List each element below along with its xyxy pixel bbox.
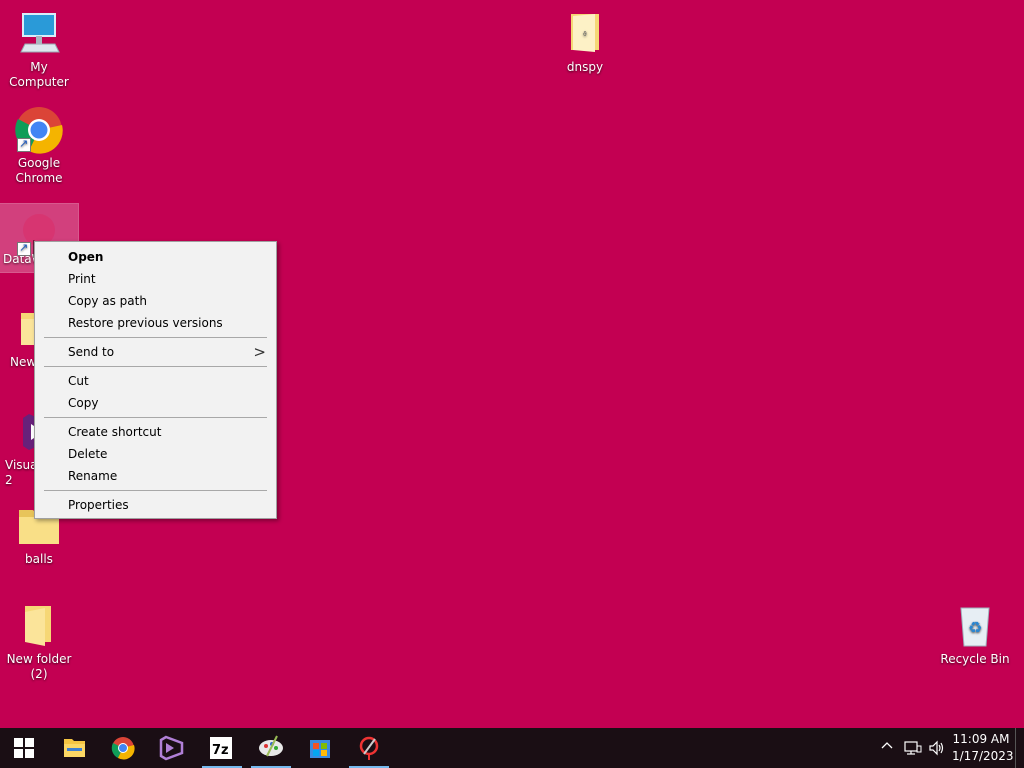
- clock-time: 11:09 AM: [952, 732, 1010, 746]
- icon-label: My Computer: [9, 60, 69, 89]
- menu-item-label: Send to: [68, 345, 115, 359]
- chevron-right-icon: >: [253, 343, 266, 361]
- context-menu: Open Print Copy as path Restore previous…: [34, 241, 277, 519]
- menu-item-rename[interactable]: Rename: [35, 465, 276, 487]
- icon-label: Google Chrome: [15, 156, 63, 185]
- taskbar-file-explorer[interactable]: [50, 728, 98, 768]
- start-button[interactable]: [0, 728, 48, 768]
- icon-label: Recycle Bin: [940, 652, 1010, 666]
- taskbar: 7z 11:09 AM 1/17/2023: [0, 728, 1024, 768]
- svg-text:7z: 7z: [212, 743, 229, 758]
- folder-icon: [15, 602, 63, 650]
- shortcut-arrow-icon: [17, 240, 31, 256]
- taskbar-store[interactable]: [296, 728, 344, 768]
- menu-item-copy-as-path[interactable]: Copy as path: [35, 290, 276, 312]
- icon-label: dnspy: [566, 60, 604, 74]
- chrome-icon: [15, 106, 63, 154]
- taskbar-paint[interactable]: [247, 728, 295, 768]
- store-icon: [310, 740, 330, 758]
- taskbar-7zip[interactable]: 7z: [198, 728, 246, 768]
- show-desktop-button[interactable]: [1015, 728, 1024, 768]
- tool-icon: [359, 736, 379, 760]
- tray-overflow-chevron-icon[interactable]: [881, 740, 893, 756]
- shortcut-arrow-icon: [17, 136, 31, 152]
- menu-item-copy[interactable]: Copy: [35, 392, 276, 414]
- computer-icon: [15, 10, 63, 58]
- menu-separator: [44, 366, 267, 367]
- taskbar-tool[interactable]: [345, 728, 393, 768]
- desktop-icon-google-chrome[interactable]: Google Chrome: [0, 106, 78, 186]
- svg-text:♻: ♻: [968, 618, 982, 637]
- network-icon[interactable]: [904, 740, 922, 759]
- menu-separator: [44, 417, 267, 418]
- paint-icon: [259, 735, 283, 757]
- taskbar-visual-studio[interactable]: [148, 728, 196, 768]
- chevron-up-icon: [881, 742, 893, 749]
- windows-logo-icon: [14, 738, 34, 758]
- menu-item-delete[interactable]: Delete: [35, 443, 276, 465]
- menu-item-open[interactable]: Open: [35, 246, 276, 268]
- menu-item-cut[interactable]: Cut: [35, 370, 276, 392]
- chrome-icon: [111, 737, 135, 760]
- menu-item-properties[interactable]: Properties: [35, 494, 276, 516]
- clock-date: 1/17/2023: [952, 749, 1014, 763]
- icon-label: balls: [25, 552, 53, 566]
- icon-label: New folder (2): [6, 652, 72, 681]
- volume-icon[interactable]: [928, 740, 946, 759]
- menu-item-create-shortcut[interactable]: Create shortcut: [35, 421, 276, 443]
- menu-separator: [44, 490, 267, 491]
- menu-item-restore-previous-versions[interactable]: Restore previous versions: [35, 312, 276, 334]
- visual-studio-icon: [159, 735, 184, 761]
- menu-separator: [44, 337, 267, 338]
- taskbar-chrome[interactable]: [99, 728, 147, 768]
- folder-icon: ϑ: [561, 10, 609, 58]
- svg-text:ϑ: ϑ: [583, 31, 587, 38]
- desktop-icon-dnspy[interactable]: ϑ dnspy: [546, 10, 624, 75]
- folder-icon: [64, 739, 85, 757]
- 7zip-icon: 7z: [210, 737, 232, 759]
- recycle-bin-icon: ♻: [951, 602, 999, 650]
- desktop-icon-my-computer[interactable]: My Computer: [0, 10, 78, 90]
- desktop-icon-recycle-bin[interactable]: ♻ Recycle Bin: [936, 602, 1014, 667]
- menu-item-print[interactable]: Print: [35, 268, 276, 290]
- clock[interactable]: 11:09 AM 1/17/2023: [952, 731, 1014, 765]
- menu-item-send-to[interactable]: Send to >: [35, 341, 276, 363]
- desktop-icon-new-folder-2[interactable]: New folder (2): [0, 602, 78, 682]
